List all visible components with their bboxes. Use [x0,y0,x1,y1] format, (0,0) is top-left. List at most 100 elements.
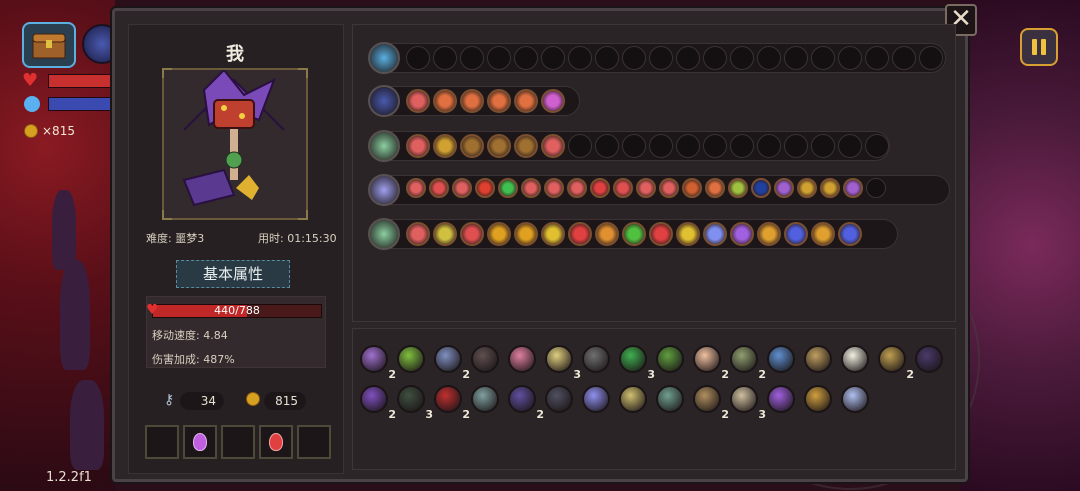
item-slot[interactable] [221,425,255,459]
empty-slot[interactable] [703,46,727,70]
empty-slot[interactable] [730,46,754,70]
item-slot[interactable] [183,425,217,459]
ability-icon[interactable] [460,89,484,113]
inventory-item[interactable] [397,345,427,375]
empty-slot[interactable] [595,134,619,158]
ability-icon[interactable] [498,178,518,198]
ability-icon[interactable] [838,222,862,246]
empty-slot[interactable] [811,46,835,70]
empty-slot[interactable] [568,134,592,158]
empty-slot[interactable] [784,134,808,158]
empty-slot[interactable] [811,134,835,158]
staff-icon[interactable] [368,130,400,162]
empty-slot[interactable] [649,134,673,158]
wand-icon[interactable] [368,174,400,206]
ability-icon[interactable] [730,222,754,246]
ability-icon[interactable] [487,134,511,158]
ability-icon[interactable] [406,178,426,198]
ability-icon[interactable] [514,134,538,158]
ability-icon[interactable] [433,134,457,158]
ability-icon[interactable] [595,222,619,246]
empty-slot[interactable] [406,46,430,70]
ability-icon[interactable] [676,222,700,246]
inventory-item[interactable] [767,345,797,375]
empty-slot[interactable] [866,178,886,198]
ability-icon[interactable] [514,222,538,246]
empty-slot[interactable] [514,46,538,70]
inventory-item[interactable] [767,385,797,415]
ability-icon[interactable] [649,222,673,246]
empty-slot[interactable] [541,46,565,70]
inventory-item[interactable] [619,385,649,415]
empty-slot[interactable] [487,46,511,70]
ability-icon[interactable] [487,89,511,113]
ability-icon[interactable] [797,178,817,198]
inventory-item[interactable] [471,345,501,375]
empty-slot[interactable] [568,46,592,70]
empty-slot[interactable] [676,134,700,158]
empty-slot[interactable] [730,134,754,158]
inventory-item[interactable] [582,345,612,375]
inventory-item[interactable] [656,385,686,415]
inventory-item[interactable]: 3 [545,345,581,381]
empty-slot[interactable] [838,46,862,70]
ability-icon[interactable] [590,178,610,198]
empty-slot[interactable] [865,46,889,70]
inventory-item[interactable] [508,345,538,375]
inventory-chest-button[interactable] [22,22,76,68]
ability-icon[interactable] [541,89,565,113]
ability-icon[interactable] [567,178,587,198]
empty-slot[interactable] [757,46,781,70]
empty-slot[interactable] [649,46,673,70]
ability-icon[interactable] [460,134,484,158]
ability-icon[interactable] [452,178,472,198]
inventory-item[interactable]: 2 [693,385,729,421]
ability-icon[interactable] [659,178,679,198]
inventory-item[interactable] [471,385,501,415]
empty-slot[interactable] [595,46,619,70]
ability-icon[interactable] [757,222,781,246]
inventory-item[interactable]: 3 [397,385,433,421]
orb-icon[interactable] [368,85,400,117]
ability-icon[interactable] [811,222,835,246]
ability-icon[interactable] [406,89,430,113]
empty-slot[interactable] [622,46,646,70]
ability-icon[interactable] [613,178,633,198]
basic-stats-tab[interactable]: 基本属性 [176,260,290,288]
ability-icon[interactable] [820,178,840,198]
empty-slot[interactable] [676,46,700,70]
ability-icon[interactable] [406,134,430,158]
inventory-item[interactable]: 2 [360,345,396,381]
inventory-item[interactable]: 2 [693,345,729,381]
ability-icon[interactable] [541,134,565,158]
inventory-item[interactable] [545,385,575,415]
ability-icon[interactable] [622,222,646,246]
spear-icon[interactable] [368,218,400,250]
empty-slot[interactable] [784,46,808,70]
ability-icon[interactable] [705,178,725,198]
inventory-item[interactable]: 2 [730,345,766,381]
ability-icon[interactable] [682,178,702,198]
inventory-item[interactable] [656,345,686,375]
inventory-item[interactable]: 3 [730,385,766,421]
inventory-item[interactable]: 2 [360,385,396,421]
ability-icon[interactable] [568,222,592,246]
ability-icon[interactable] [514,89,538,113]
empty-slot[interactable] [433,46,457,70]
ability-icon[interactable] [728,178,748,198]
inventory-item[interactable] [915,345,945,375]
ability-icon[interactable] [541,222,565,246]
inventory-item[interactable]: 3 [619,345,655,381]
empty-slot[interactable] [703,134,727,158]
item-slot[interactable] [145,425,179,459]
ability-icon[interactable] [636,178,656,198]
empty-slot[interactable] [838,134,862,158]
ability-icon[interactable] [433,89,457,113]
empty-slot[interactable] [622,134,646,158]
inventory-item[interactable]: 2 [434,345,470,381]
inventory-item[interactable] [582,385,612,415]
empty-slot[interactable] [865,134,889,158]
ability-icon[interactable] [429,178,449,198]
ability-icon[interactable] [406,222,430,246]
ability-icon[interactable] [521,178,541,198]
